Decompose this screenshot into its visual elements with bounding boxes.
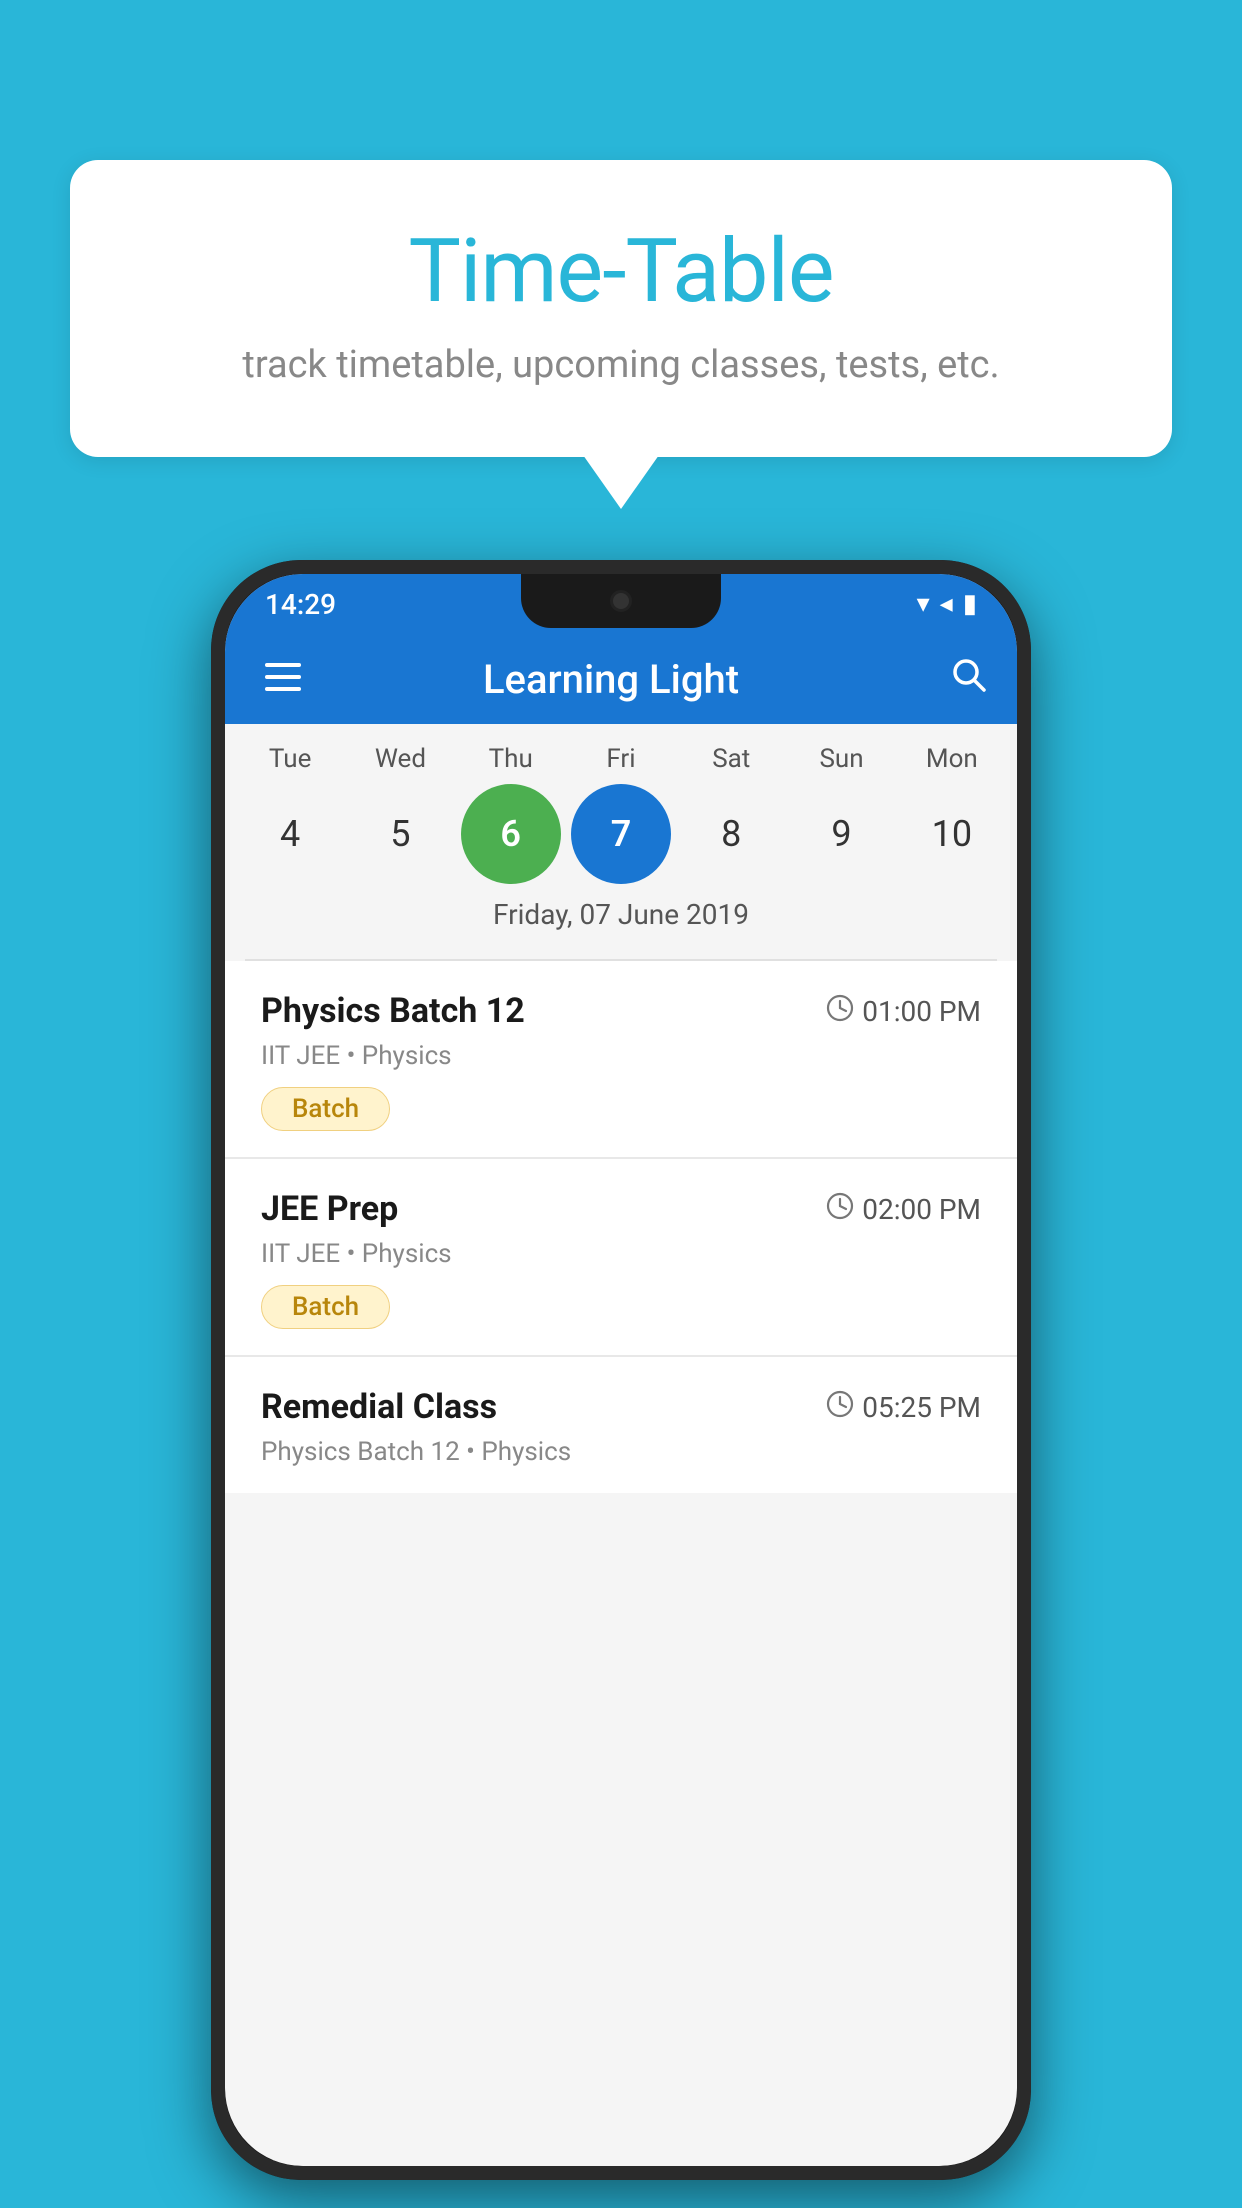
selected-date-label: Friday, 07 June 2019 — [225, 884, 1017, 949]
schedule-item-1-time: 01:00 PM — [826, 994, 981, 1029]
day-5[interactable]: 5 — [350, 784, 450, 884]
status-icons: ▾ ◂ ▮ — [917, 589, 977, 619]
schedule-item-3-header: Remedial Class 05:25 PM — [261, 1387, 981, 1427]
schedule-item-2[interactable]: JEE Prep 02:00 PM — [225, 1159, 1017, 1357]
battery-icon: ▮ — [963, 589, 977, 619]
app-title: Learning Light — [331, 656, 891, 703]
day-header-fri: Fri — [571, 744, 671, 774]
day-numbers: 4 5 6 7 8 9 10 — [225, 784, 1017, 884]
schedule-item-2-title: JEE Prep — [261, 1189, 398, 1229]
clock-icon-2 — [826, 1192, 854, 1227]
day-6-today[interactable]: 6 — [461, 784, 561, 884]
schedule-item-3-time: 05:25 PM — [826, 1390, 981, 1425]
day-header-thu: Thu — [461, 744, 561, 774]
schedule-item-1[interactable]: Physics Batch 12 01:00 PM — [225, 961, 1017, 1159]
schedule-item-3-title: Remedial Class — [261, 1387, 497, 1427]
phone-notch — [521, 574, 721, 628]
speech-bubble-container: Time-Table track timetable, upcoming cla… — [70, 160, 1172, 457]
day-4[interactable]: 4 — [240, 784, 340, 884]
day-10[interactable]: 10 — [902, 784, 1002, 884]
schedule-item-1-header: Physics Batch 12 01:00 PM — [261, 991, 981, 1031]
day-9[interactable]: 9 — [792, 784, 892, 884]
schedule-item-1-title: Physics Batch 12 — [261, 991, 525, 1031]
schedule-item-2-header: JEE Prep 02:00 PM — [261, 1189, 981, 1229]
day-header-tue: Tue — [240, 744, 340, 774]
schedule-item-2-subtitle: IIT JEE • Physics — [261, 1239, 981, 1269]
menu-icon[interactable] — [255, 651, 311, 707]
schedule-item-2-time: 02:00 PM — [826, 1192, 981, 1227]
page-subtitle: track timetable, upcoming classes, tests… — [150, 343, 1092, 387]
schedule-item-1-subtitle: IIT JEE • Physics — [261, 1041, 981, 1071]
signal-icon: ◂ — [940, 589, 953, 619]
day-header-wed: Wed — [350, 744, 450, 774]
phone-mockup: 14:29 ▾ ◂ ▮ Learning Light — [211, 560, 1031, 2180]
day-header-sat: Sat — [681, 744, 781, 774]
day-8[interactable]: 8 — [681, 784, 781, 884]
schedule-item-3[interactable]: Remedial Class 05:25 PM — [225, 1357, 1017, 1493]
page-title: Time-Table — [150, 220, 1092, 323]
clock-icon-1 — [826, 994, 854, 1029]
schedule-item-2-tag: Batch — [261, 1285, 390, 1329]
clock-icon-3 — [826, 1390, 854, 1425]
wifi-icon: ▾ — [917, 589, 930, 619]
day-header-sun: Sun — [792, 744, 892, 774]
schedule-item-3-subtitle: Physics Batch 12 • Physics — [261, 1437, 981, 1467]
status-time: 14:29 — [265, 588, 336, 621]
schedule-list: Physics Batch 12 01:00 PM — [225, 961, 1017, 1493]
app-bar: Learning Light — [225, 634, 1017, 724]
phone-camera — [610, 590, 632, 612]
day-header-mon: Mon — [902, 744, 1002, 774]
schedule-item-1-tag: Batch — [261, 1087, 390, 1131]
day-7-selected[interactable]: 7 — [571, 784, 671, 884]
phone-frame: 14:29 ▾ ◂ ▮ Learning Light — [211, 560, 1031, 2180]
search-icon[interactable] — [951, 657, 987, 702]
phone-screen: 14:29 ▾ ◂ ▮ Learning Light — [225, 574, 1017, 2166]
calendar-strip: Tue Wed Thu Fri Sat Sun Mon 4 5 6 7 8 9 … — [225, 724, 1017, 959]
day-headers: Tue Wed Thu Fri Sat Sun Mon — [225, 744, 1017, 774]
speech-bubble: Time-Table track timetable, upcoming cla… — [70, 160, 1172, 457]
